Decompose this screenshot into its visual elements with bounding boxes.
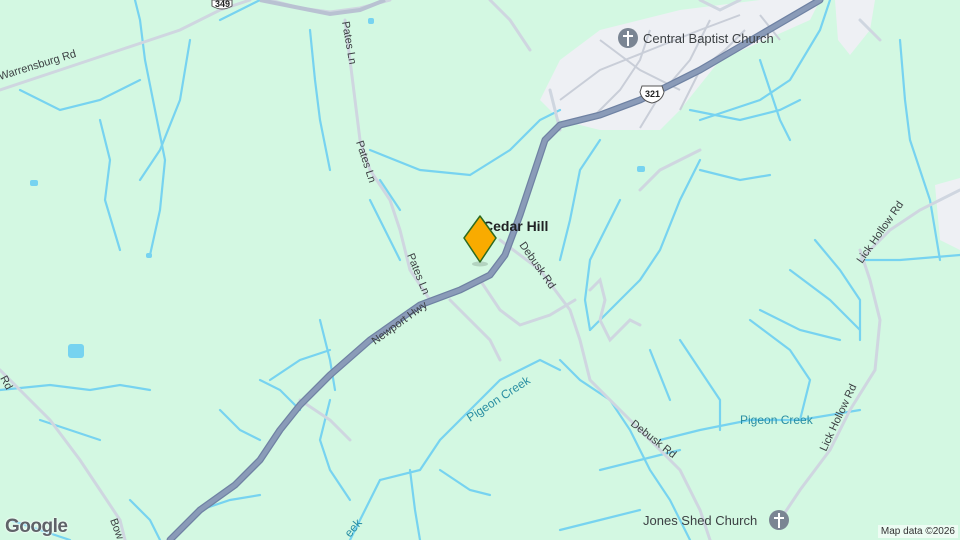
streams [0,0,960,540]
map-canvas[interactable]: Warrensburg Rd Pates Ln Pates Ln Pates L… [0,0,960,540]
creek-label-pigeon-2: Pigeon Creek [740,413,814,427]
google-logo: Google [5,516,68,537]
road-label-lick-hollow-1: Lick Hollow Rd [855,199,907,265]
pond [146,253,152,258]
road-label-pates-2: Pates Ln [353,139,378,184]
road-label-bow: Bow [107,517,126,540]
poi-jones-shed-church[interactable]: Jones Shed Church [643,510,789,530]
minor-roads [0,0,960,540]
svg-text:321: 321 [645,89,660,99]
creek-label-fragment: eek [342,515,366,540]
town-area-edge [935,178,960,250]
map-attribution[interactable]: Map data ©2026 [877,525,958,538]
pond [30,180,38,186]
poi-label: Central Baptist Church [643,31,774,46]
pond [68,344,84,358]
svg-text:349: 349 [215,0,230,9]
road-label-newport: Newport Hwy [370,299,430,347]
road-label-lick-hollow-2: Lick Hollow Rd [818,382,860,453]
route-349-road [259,0,386,17]
road-label-pates-3: Pates Ln [404,252,431,297]
poi-label: Jones Shed Church [643,513,757,528]
road-label-pates-1: Pates Ln [339,20,358,65]
road-label-debusk-1: Debusk Rd [517,240,558,291]
pond [637,166,645,172]
pond [368,18,374,24]
route-shield-349: 349 [211,0,233,10]
place-label-cedar-hill: Cedar Hill [483,218,548,234]
